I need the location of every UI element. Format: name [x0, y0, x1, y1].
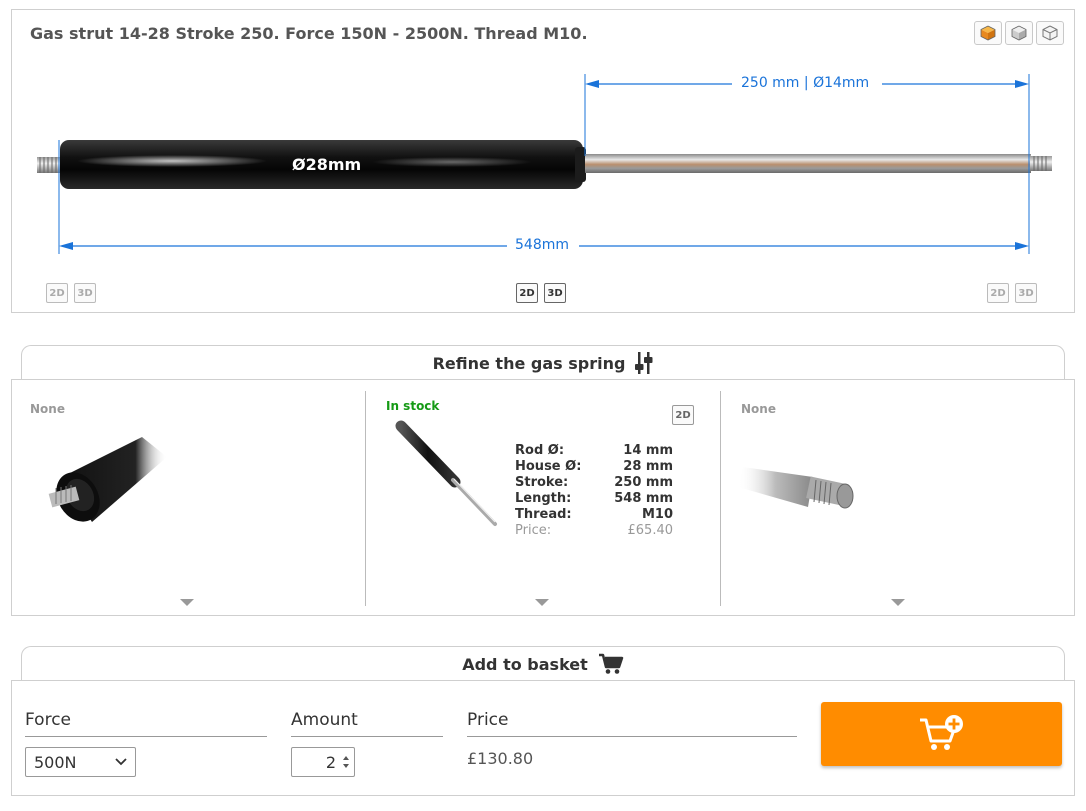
- center-2d-button[interactable]: 2D: [516, 283, 538, 303]
- center-2d-drawing-button[interactable]: 2D: [672, 405, 694, 425]
- left-end-view-badges: 2D 3D: [46, 283, 96, 303]
- length-dimension-label: 548mm: [509, 237, 575, 253]
- spec-table: Rod Ø: 14 mm House Ø: 28 mm Stroke: 250 mm …: [515, 443, 673, 539]
- gas-strut-thumbnail[interactable]: [395, 420, 505, 532]
- force-selected-value: 500N: [34, 752, 77, 772]
- refine-panel: None In stock 2D Rod Ø: 14 mm House Ø: 2…: [11, 379, 1075, 616]
- gas-strut-drawing: [37, 74, 1052, 254]
- left-end-dropdown-caret[interactable]: [180, 599, 194, 606]
- refine-heading: Refine the gas spring: [432, 353, 626, 373]
- basket-header: Add to basket: [21, 646, 1065, 681]
- right-thread: [1030, 156, 1052, 171]
- right-end-status: None: [741, 402, 776, 416]
- left-end-status: None: [30, 402, 65, 416]
- add-to-basket-button[interactable]: [821, 702, 1062, 766]
- stepper-arrows-icon[interactable]: [342, 753, 350, 771]
- spec-row-rod: Rod Ø: 14 mm: [515, 443, 673, 458]
- column-divider: [365, 391, 366, 606]
- spec-row-thread: Thread: M10: [515, 507, 673, 522]
- force-label: Force: [25, 710, 267, 737]
- left-2d-button[interactable]: 2D: [46, 283, 68, 303]
- right-end-dropdown-caret[interactable]: [891, 599, 905, 606]
- column-divider: [720, 391, 721, 606]
- spec-row-length: Length: 548 mm: [515, 491, 673, 506]
- chevron-down-icon: [115, 758, 127, 766]
- spec-row-house: House Ø: 28 mm: [515, 459, 673, 474]
- sliders-icon: [635, 352, 653, 374]
- total-price: £130.80: [467, 749, 534, 768]
- price-label: Price: [467, 710, 797, 737]
- stock-status: In stock: [386, 399, 440, 413]
- center-3d-button[interactable]: 3D: [544, 283, 566, 303]
- center-dropdown-caret[interactable]: [535, 599, 549, 606]
- cart-add-icon: [919, 715, 963, 750]
- left-3d-button[interactable]: 3D: [74, 283, 96, 303]
- center-view-badges: 2D 3D: [516, 283, 566, 303]
- basket-heading: Add to basket: [462, 654, 588, 674]
- amount-field: Amount: [291, 710, 443, 737]
- refine-header: Refine the gas spring: [21, 345, 1065, 380]
- amount-value: 2: [325, 752, 336, 772]
- body-diameter-label: Ø28mm: [292, 155, 362, 174]
- right-3d-button[interactable]: 3D: [1015, 283, 1037, 303]
- strut-rod: [585, 154, 1031, 173]
- cart-icon: [598, 653, 624, 674]
- left-end-image[interactable]: [42, 432, 172, 532]
- stroke-dimension-label: 250 mm | Ø14mm: [735, 75, 876, 91]
- basket-panel: Force 500N Amount 2 Price £130.80: [11, 680, 1075, 796]
- spec-row-price: Price: £65.40: [515, 523, 673, 538]
- force-select[interactable]: 500N: [25, 747, 136, 777]
- right-2d-button[interactable]: 2D: [987, 283, 1009, 303]
- spec-row-stroke: Stroke: 250 mm: [515, 475, 673, 490]
- left-thread: [37, 157, 61, 173]
- amount-label: Amount: [291, 710, 443, 737]
- right-end-image[interactable]: [738, 452, 868, 522]
- product-viewer: Gas strut 14-28 Stroke 250. Force 150N -…: [11, 9, 1075, 313]
- amount-stepper[interactable]: 2: [291, 747, 355, 777]
- right-end-view-badges: 2D 3D: [987, 283, 1037, 303]
- price-field: Price: [467, 710, 797, 737]
- force-field: Force: [25, 710, 267, 737]
